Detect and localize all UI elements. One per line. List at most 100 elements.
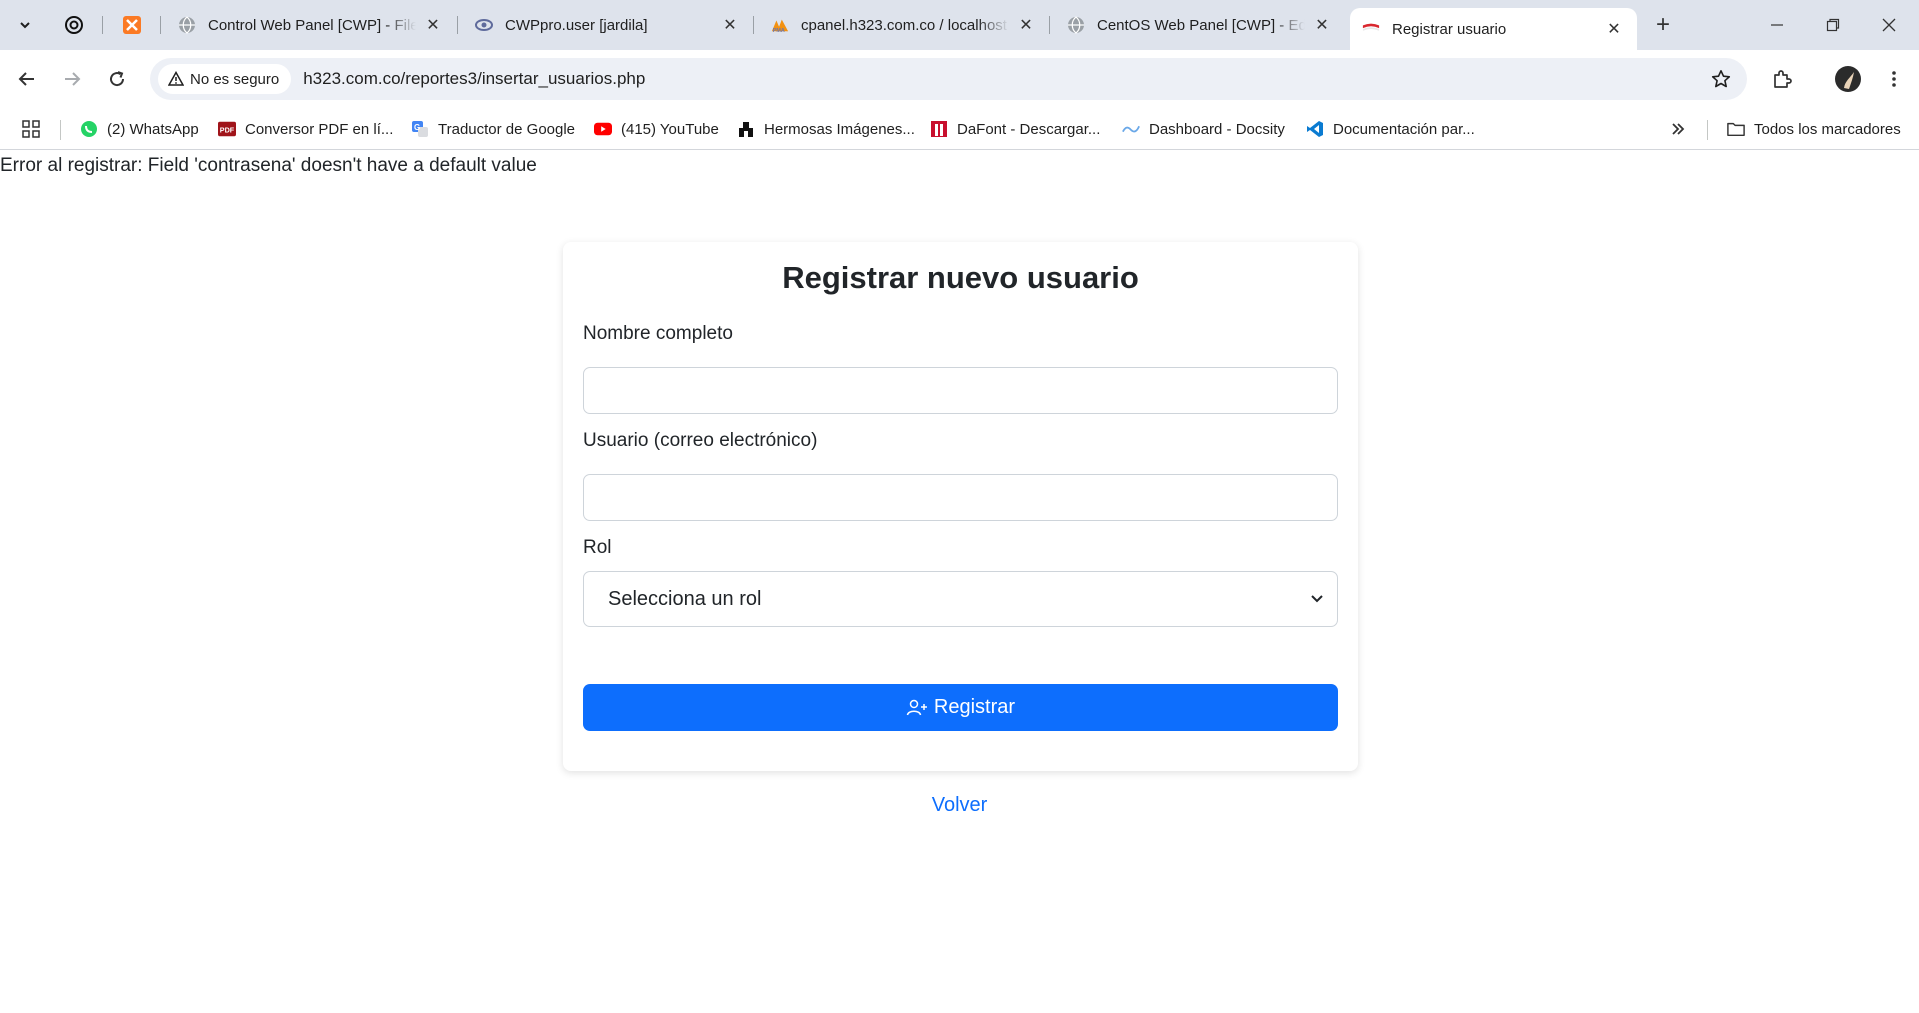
pinned-tab-xampp[interactable] bbox=[115, 10, 149, 40]
bookmark-translate[interactable]: G Traductor de Google bbox=[411, 115, 575, 143]
browser-menu-button[interactable] bbox=[1878, 63, 1910, 95]
error-message: Error al registrar: Field 'contrasena' d… bbox=[0, 155, 537, 176]
close-icon[interactable]: ✕ bbox=[1311, 14, 1333, 36]
bookmark-whatsapp[interactable]: (2) WhatsApp bbox=[80, 115, 199, 143]
globe-icon bbox=[178, 16, 196, 34]
reload-button[interactable] bbox=[101, 63, 133, 95]
bookmark-label: (415) YouTube bbox=[621, 120, 719, 138]
name-input[interactable] bbox=[583, 367, 1338, 414]
chevron-double-right-icon bbox=[1672, 123, 1685, 135]
email-label: Usuario (correo electrónico) bbox=[583, 430, 818, 451]
all-bookmarks-button[interactable]: Todos los marcadores bbox=[1727, 115, 1901, 143]
bookmark-label: Traductor de Google bbox=[438, 120, 576, 138]
chatgpt-icon bbox=[65, 16, 83, 34]
apps-grid-icon bbox=[22, 120, 40, 138]
close-icon bbox=[1882, 18, 1896, 32]
translate-icon: G bbox=[411, 120, 429, 138]
warning-icon bbox=[168, 71, 184, 86]
back-link[interactable]: Volver bbox=[0, 794, 1919, 817]
email-input[interactable] bbox=[583, 474, 1338, 521]
whatsapp-icon bbox=[80, 120, 98, 138]
user-plus-icon bbox=[906, 699, 927, 715]
bookmark-star-button[interactable] bbox=[1709, 67, 1733, 91]
bookmark-label: Dashboard - Docsity bbox=[1149, 120, 1285, 138]
security-chip[interactable]: No es seguro bbox=[158, 64, 292, 94]
register-button-label: Registrar bbox=[933, 696, 1016, 718]
register-card: Registrar nuevo usuario Nombre completo … bbox=[563, 242, 1358, 771]
tab-separator bbox=[753, 16, 754, 34]
tab-title: CWPpro.user [jardila] bbox=[505, 16, 648, 34]
bookmarks-bar: (2) WhatsApp PDF Conversor PDF en lí... … bbox=[0, 108, 1919, 150]
tab-title: cpanel.h323.com.co / localhost bbox=[801, 16, 1007, 34]
bookmark-separator bbox=[1707, 120, 1708, 140]
forward-button[interactable] bbox=[56, 63, 88, 95]
address-bar[interactable]: No es seguro h323.com.co/reportes3/inser… bbox=[150, 58, 1747, 100]
star-icon bbox=[1711, 70, 1731, 88]
bookmark-docsity[interactable]: Dashboard - Docsity bbox=[1122, 115, 1285, 143]
tab-registrar-usuario[interactable]: Registrar usuario ✕ bbox=[1350, 8, 1637, 50]
bookmark-separator bbox=[60, 120, 61, 140]
tab-search-button[interactable] bbox=[8, 10, 42, 40]
back-link-label[interactable]: Volver bbox=[932, 794, 988, 816]
more-bookmarks-button[interactable] bbox=[1670, 115, 1686, 143]
page-content: Error al registrar: Field 'contrasena' d… bbox=[0, 151, 1919, 1013]
docsity-icon bbox=[1122, 120, 1140, 138]
tab-separator bbox=[102, 16, 103, 34]
minimize-icon bbox=[1771, 24, 1783, 26]
profile-avatar[interactable] bbox=[1832, 63, 1864, 95]
role-selected-value: Selecciona un rol bbox=[608, 587, 762, 610]
bookmark-pdf[interactable]: PDF Conversor PDF en lí... bbox=[218, 115, 393, 143]
bookmark-label: Hermosas Imágenes... bbox=[764, 120, 915, 138]
globe-icon bbox=[1067, 16, 1085, 34]
tab-cwppro-user[interactable]: CWPpro.user [jardila] ✕ bbox=[463, 8, 753, 42]
url-text[interactable]: h323.com.co/reportes3/insertar_usuarios.… bbox=[303, 69, 645, 89]
apps-button[interactable] bbox=[22, 115, 40, 143]
window-close-button[interactable] bbox=[1861, 0, 1917, 50]
tab-title: CentOS Web Panel [CWP] - Edit bbox=[1097, 16, 1305, 34]
restore-button[interactable] bbox=[1805, 0, 1861, 50]
youtube-icon bbox=[594, 120, 612, 138]
back-button[interactable] bbox=[11, 63, 43, 95]
tab-centos-web-panel[interactable]: CentOS Web Panel [CWP] - Edit ✕ bbox=[1055, 8, 1345, 42]
tab-title: Control Web Panel [CWP] - File bbox=[208, 16, 416, 34]
bookmark-label: (2) WhatsApp bbox=[107, 120, 199, 138]
tab-title: Registrar usuario bbox=[1392, 20, 1507, 38]
phpmyadmin-icon: PMA bbox=[771, 16, 789, 34]
close-icon[interactable]: ✕ bbox=[719, 14, 741, 36]
avatar bbox=[1835, 66, 1861, 92]
role-select[interactable]: Selecciona un rol bbox=[583, 571, 1338, 627]
close-icon[interactable]: ✕ bbox=[1603, 18, 1625, 40]
bookmark-dafont[interactable]: DaFont - Descargar... bbox=[930, 115, 1100, 143]
security-label: No es seguro bbox=[190, 70, 280, 88]
folder-icon bbox=[1727, 120, 1745, 138]
bookmark-label: Documentación par... bbox=[1333, 120, 1475, 138]
tab-phpmyadmin[interactable]: PMA cpanel.h323.com.co / localhost ✕ bbox=[759, 8, 1049, 42]
bookmark-documentacion[interactable]: Documentación par... bbox=[1306, 115, 1475, 143]
tab-separator bbox=[457, 16, 458, 34]
close-icon[interactable]: ✕ bbox=[1015, 14, 1037, 36]
minimize-button[interactable] bbox=[1749, 0, 1805, 50]
close-icon[interactable]: ✕ bbox=[422, 14, 444, 36]
bookmark-hermosas-imagenes[interactable]: Hermosas Imágenes... bbox=[737, 115, 915, 143]
tab-control-web-panel[interactable]: Control Web Panel [CWP] - File ✕ bbox=[166, 8, 456, 42]
dafont-icon bbox=[930, 120, 948, 138]
image-icon bbox=[737, 120, 755, 138]
svg-text:PDF: PDF bbox=[220, 126, 235, 135]
extensions-button[interactable] bbox=[1766, 63, 1798, 95]
cwp-icon bbox=[475, 16, 493, 34]
browser-toolbar: No es seguro h323.com.co/reportes3/inser… bbox=[0, 50, 1919, 108]
role-label: Rol bbox=[583, 537, 612, 558]
register-button[interactable]: Registrar bbox=[583, 684, 1338, 731]
plus-icon: + bbox=[1655, 11, 1670, 38]
svg-text:PMA: PMA bbox=[773, 28, 785, 34]
bookmark-youtube[interactable]: (415) YouTube bbox=[594, 115, 719, 143]
pdf-icon: PDF bbox=[218, 120, 236, 138]
all-bookmarks-label: Todos los marcadores bbox=[1754, 120, 1901, 138]
bookmark-label: Conversor PDF en lí... bbox=[245, 120, 394, 138]
form-title: Registrar nuevo usuario bbox=[782, 260, 1139, 295]
vscode-icon bbox=[1306, 120, 1324, 138]
pinned-tab-chatgpt[interactable] bbox=[57, 10, 91, 40]
arrow-right-icon bbox=[65, 72, 81, 86]
new-tab-button[interactable]: + bbox=[1648, 11, 1678, 39]
tab-separator bbox=[1049, 16, 1050, 34]
